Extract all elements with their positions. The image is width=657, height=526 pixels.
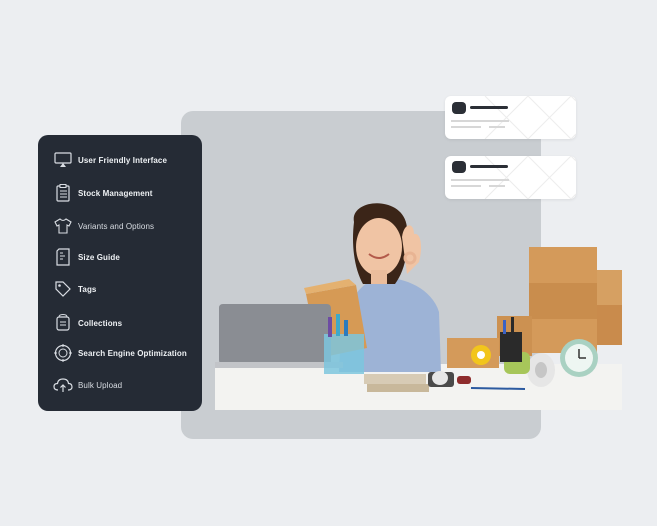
size-chart-icon: [53, 247, 73, 267]
seo-icon: [53, 343, 73, 363]
pen: [470, 387, 526, 390]
notebooks: [364, 374, 429, 392]
placeholder-card: [445, 156, 576, 199]
menu-item-label: Stock Management: [78, 188, 153, 198]
placeholder-card: [445, 96, 576, 139]
menu-item-collections[interactable]: Collections: [53, 313, 122, 333]
menu-item-bulk-upload[interactable]: Bulk Upload: [53, 375, 122, 395]
monitor-icon: [53, 150, 73, 170]
menu-item-user-friendly-interface[interactable]: User Friendly Interface: [53, 150, 167, 170]
avatar-placeholder-icon: [452, 102, 466, 114]
menu-item-size-guide[interactable]: Size Guide: [53, 247, 120, 267]
menu-item-label: Search Engine Optimization: [78, 348, 187, 358]
shirt-icon: [53, 216, 73, 236]
alarm-clock: [560, 339, 598, 377]
menu-item-label: Collections: [78, 318, 123, 328]
menu-item-label: Variants and Options: [78, 221, 155, 231]
laptop: [215, 304, 343, 368]
tag-icon: [53, 279, 73, 299]
collection-icon: [53, 313, 73, 333]
menu-item-label: Size Guide: [78, 252, 120, 262]
menu-item-tags[interactable]: Tags: [53, 279, 96, 299]
cloud-upload-icon: [53, 375, 73, 395]
menu-item-label: User Friendly Interface: [78, 155, 167, 165]
menu-item-stock-management[interactable]: Stock Management: [53, 183, 153, 203]
feature-menu: User Friendly Interface Stock Management…: [38, 135, 202, 411]
hero-photo: [215, 203, 622, 410]
clipboard-list-icon: [53, 183, 73, 203]
menu-item-label: Tags: [78, 284, 97, 294]
menu-item-label: Bulk Upload: [78, 380, 123, 390]
menu-item-search-engine-optimization[interactable]: Search Engine Optimization: [53, 343, 187, 363]
avatar-placeholder-icon: [452, 161, 466, 173]
menu-item-variants-and-options[interactable]: Variants and Options: [53, 216, 154, 236]
